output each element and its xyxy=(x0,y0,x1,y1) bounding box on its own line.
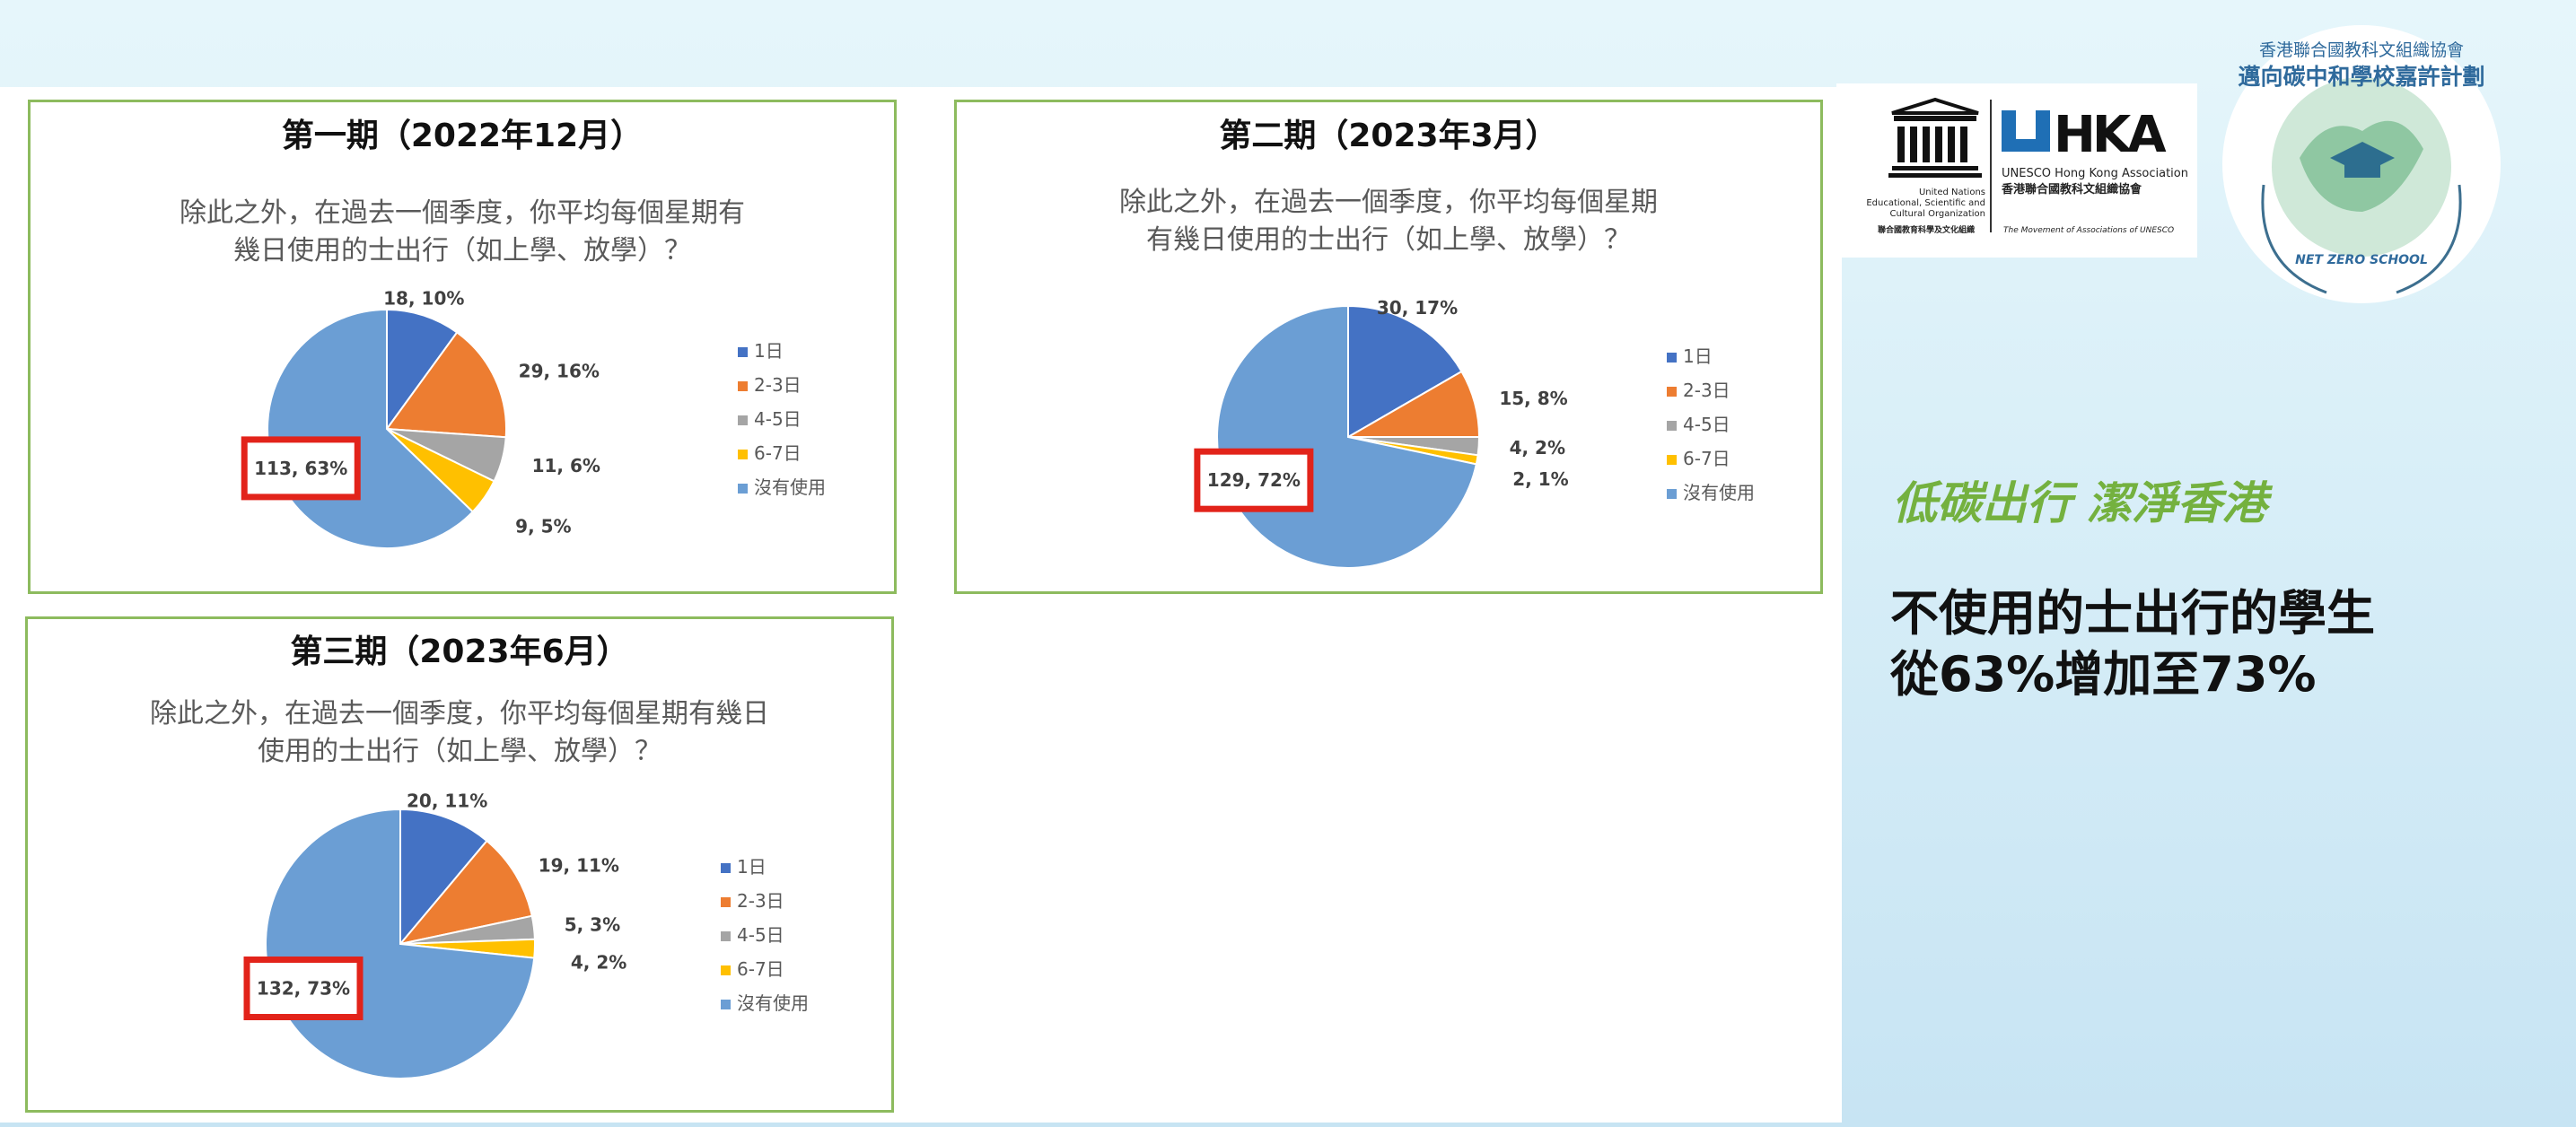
legend-swatch xyxy=(721,863,731,873)
legend-label: 2-3日 xyxy=(1683,380,1730,401)
legend-label: 沒有使用 xyxy=(737,992,809,1014)
svg-text:UNESCO Hong Kong Association: UNESCO Hong Kong Association xyxy=(2002,167,2188,180)
legend-swatch xyxy=(1667,455,1677,465)
legend-swatch xyxy=(738,347,748,357)
legend-swatch xyxy=(738,381,748,391)
svg-text:Educational, Scientific and: Educational, Scientific and xyxy=(1866,198,1985,208)
svg-text:United Nations: United Nations xyxy=(1919,188,1985,197)
data-label: 19, 11% xyxy=(539,854,619,876)
legend-label: 2-3日 xyxy=(737,890,784,912)
legend-label: 6-7日 xyxy=(1683,448,1730,469)
legend-swatch xyxy=(721,965,731,975)
legend-label: 4-5日 xyxy=(1683,414,1730,435)
legend-swatch xyxy=(738,415,748,425)
svg-text:聯合國教育科學及文化組織: 聯合國教育科學及文化組織 xyxy=(1878,224,1975,235)
data-label: 11, 6% xyxy=(532,455,600,476)
legend-swatch xyxy=(738,484,748,494)
legend-swatch xyxy=(721,897,731,907)
svg-text:NET ZERO SCHOOL: NET ZERO SCHOOL xyxy=(2295,253,2428,267)
svg-text:Cultural Organization: Cultural Organization xyxy=(1890,209,1985,219)
legend-swatch xyxy=(1667,489,1677,499)
data-label: 29, 16% xyxy=(519,360,600,381)
data-label: 5, 3% xyxy=(565,914,620,936)
data-label: 15, 8% xyxy=(1499,388,1567,409)
unesco-uhka-logo: United Nations Educational, Scientific a… xyxy=(1836,83,2197,258)
data-label: 129, 72% xyxy=(1207,469,1301,491)
legend-label: 1日 xyxy=(737,856,767,878)
svg-text:邁向碳中和學校嘉許計劃: 邁向碳中和學校嘉許計劃 xyxy=(2238,64,2484,90)
legend-swatch xyxy=(1667,353,1677,363)
legend-swatch xyxy=(1667,387,1677,397)
legend-label: 沒有使用 xyxy=(1683,482,1755,503)
data-label: 113, 63% xyxy=(254,458,347,479)
legend-label: 4-5日 xyxy=(754,408,802,430)
chart-panel-2: 第二期（2023年3月） 除此之外，在過去一個季度，你平均每個星期 有幾日使用的… xyxy=(954,100,1823,594)
svg-text:The Movement of Associations o: The Movement of Associations of UNESCO xyxy=(2003,226,2174,235)
pie-chart-1: 18, 10% 29, 16% 11, 6% 9, 5% 113, 63% 1日 2-3日 4… xyxy=(241,287,826,549)
conclusion-text: 不使用的士出行的學生 從63%增加至73% xyxy=(1890,585,2375,703)
data-label: 4, 2% xyxy=(1510,437,1565,459)
pie-chart-3: 20, 11% 19, 11% 5, 3% 4, 2% 132, 73% 1日 2-3日 4-… xyxy=(243,790,809,1079)
data-label: 2, 1% xyxy=(1512,468,1568,490)
legend-label: 6-7日 xyxy=(737,958,784,980)
data-label: 9, 5% xyxy=(515,516,571,537)
legend-label: 1日 xyxy=(1683,345,1713,367)
unesco-logo-icon: United Nations Educational, Scientific a… xyxy=(1866,97,2188,235)
data-label: 132, 73% xyxy=(257,978,350,1000)
legend-label: 1日 xyxy=(754,340,784,362)
legend-swatch xyxy=(1667,421,1677,431)
net-zero-school-seal-icon: 香港聯合國教科文組織協會 邁向碳中和學校嘉許計劃 NET ZERO SCHOOL xyxy=(2222,25,2501,303)
svg-text:HKA: HKA xyxy=(2054,106,2167,164)
chart-panel-3: 第三期（2023年6月） 除此之外，在過去一個季度，你平均每個星期有幾日 使用的… xyxy=(25,616,894,1113)
data-label: 30, 17% xyxy=(1377,297,1458,319)
legend-label: 沒有使用 xyxy=(754,476,826,498)
pie-chart-2: 30, 17% 15, 8% 4, 2% 2, 1% 129, 72% 1日 2-3日 4-5… xyxy=(1194,297,1755,569)
data-label: 4, 2% xyxy=(571,951,626,973)
legend-swatch xyxy=(721,931,731,941)
svg-text:香港聯合國教科文組織協會: 香港聯合國教科文組織協會 xyxy=(2001,182,2142,197)
legend-label: 6-7日 xyxy=(754,442,802,464)
data-label: 18, 10% xyxy=(383,287,464,309)
svg-text:香港聯合國教科文組織協會: 香港聯合國教科文組織協會 xyxy=(2259,40,2464,60)
legend-swatch xyxy=(721,1000,731,1009)
net-zero-school-seal: 香港聯合國教科文組織協會 邁向碳中和學校嘉許計劃 NET ZERO SCHOOL xyxy=(2219,5,2504,323)
legend-label: 4-5日 xyxy=(737,924,784,946)
chart-panel-1: 第一期（2022年12月） 除此之外，在過去一個季度，你平均每個星期有 幾日使用… xyxy=(28,100,897,594)
slogan: 低碳出行 潔淨香港 xyxy=(1892,477,2267,529)
legend-label: 2-3日 xyxy=(754,374,802,396)
data-label: 20, 11% xyxy=(407,790,487,811)
legend-swatch xyxy=(738,450,748,459)
